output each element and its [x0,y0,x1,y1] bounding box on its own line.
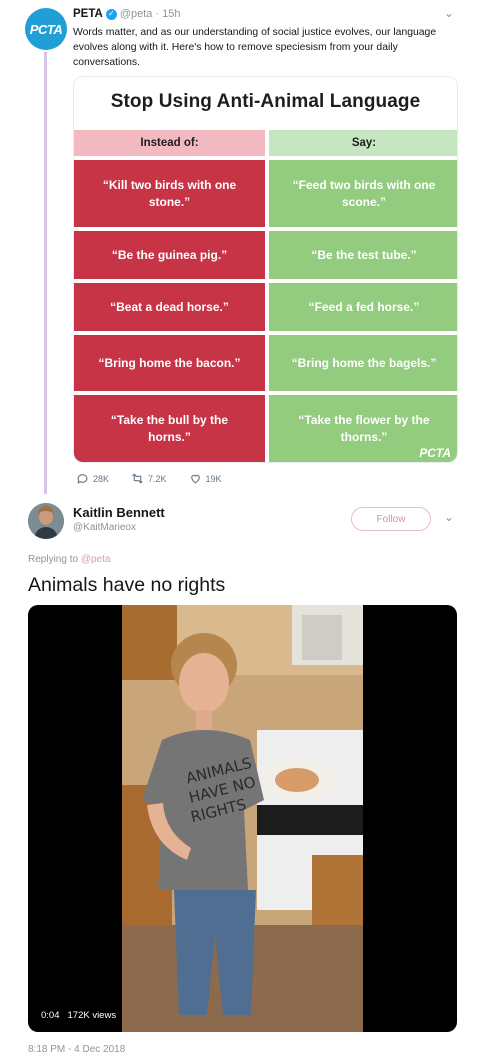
like-count: 19K [205,473,222,484]
thread-line [44,52,47,494]
video-time: 0:04 [41,1010,60,1021]
reply-icon [77,474,88,484]
video-frame-image: ANIMALS HAVE NO RIGHTS [122,605,363,1032]
tweet1-handle[interactable]: @peta [120,8,153,20]
cell-instead: “Beat a dead horse.” [74,283,265,331]
tweet2-text: Animals have no rights [28,574,226,596]
cell-instead: “Kill two birds with one stone.” [74,160,265,227]
heart-icon [190,474,200,484]
follow-button[interactable]: Follow [351,507,431,531]
tweet1-header: PETA ✓ @peta · 15h [73,8,180,20]
tweet1-author-name[interactable]: PETA [73,8,103,20]
cell-say: “Feed a fed horse.” [269,283,457,331]
video-views: 172K views [67,1010,117,1021]
like-button[interactable]: 19K [189,472,222,485]
retweet-icon [132,473,143,484]
cell-say: “Bring home the bagels.” [269,335,457,391]
infographic-card[interactable]: Stop Using Anti-Animal Language Instead … [73,76,458,463]
video-stats-badge: 0:04 172K views [36,1008,122,1023]
cell-instead: “Bring home the bacon.” [74,335,265,391]
cell-say: “Feed two birds with one scone.” [269,160,457,227]
cell-say: “Be the test tube.” [269,231,457,279]
infographic-title: Stop Using Anti-Animal Language [110,91,421,112]
video-player[interactable]: ANIMALS HAVE NO RIGHTS 0:04 172K views [28,605,457,1032]
replying-to: Replying to @peta [28,554,110,565]
tweet1-time[interactable]: 15h [162,8,180,20]
replying-to-handle[interactable]: @peta [81,554,111,565]
peta-avatar[interactable]: PCTA [25,8,67,50]
reply-count: 28K [93,473,110,484]
avatar[interactable] [28,503,64,539]
header-say: Say: [269,130,457,156]
chevron-down-icon[interactable]: ⌄ [444,510,454,524]
tweet1-text: Words matter, and as our understanding o… [73,27,437,68]
peta-logo: PCTA [419,446,451,460]
cell-instead: “Be the guinea pig.” [74,231,265,279]
replying-to-label: Replying to [28,554,79,565]
tweet2-handle[interactable]: @KaitMarieox [73,522,136,533]
tweet1-separator: · [155,8,160,20]
tweet1-actions: 28K 7.2K 19K [76,472,244,485]
retweet-count: 7.2K [148,473,167,484]
cell-instead: “Take the bull by the horns.” [74,395,265,462]
header-instead: Instead of: [74,130,265,156]
retweet-button[interactable]: 7.2K [131,472,167,485]
verified-badge-icon: ✓ [105,8,117,20]
tweet2-author-name[interactable]: Kaitlin Bennett [73,505,165,520]
reply-button[interactable]: 28K [76,472,109,485]
chevron-down-icon[interactable]: ⌄ [444,6,454,20]
tweet2-timestamp[interactable]: 8:18 PM - 4 Dec 2018 [28,1044,125,1055]
